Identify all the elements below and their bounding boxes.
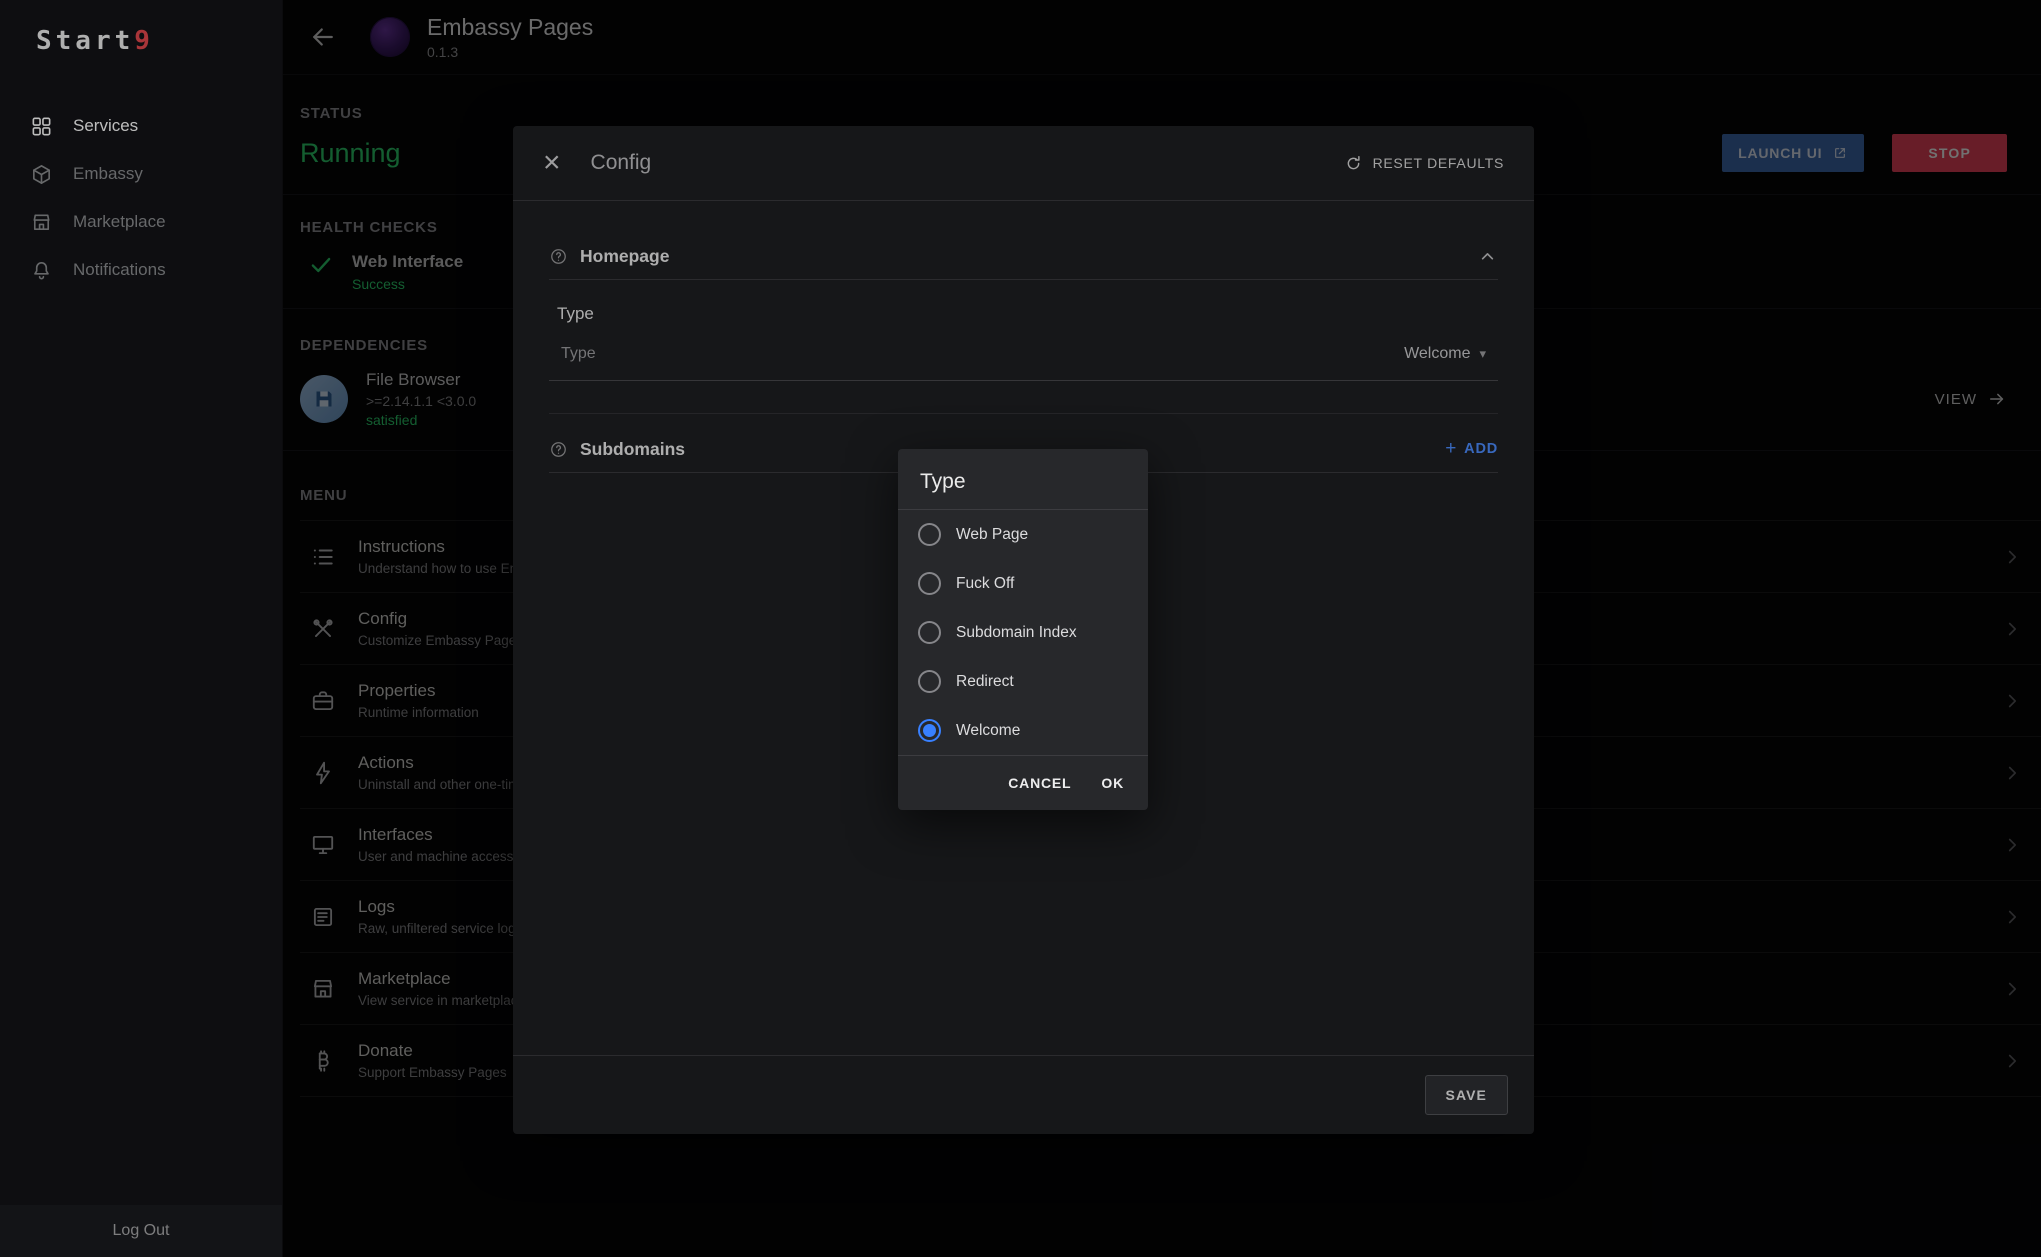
radio-icon xyxy=(918,719,941,742)
radio-option-label: Redirect xyxy=(956,673,1014,691)
radio-option-web-page[interactable]: Web Page xyxy=(898,510,1148,559)
radio-option-fuck-off[interactable]: Fuck Off xyxy=(898,559,1148,608)
type-dialog-footer: CANCEL OK xyxy=(898,755,1148,810)
radio-icon xyxy=(918,621,941,644)
radio-option-subdomain-index[interactable]: Subdomain Index xyxy=(898,608,1148,657)
radio-icon xyxy=(918,523,941,546)
radio-option-redirect[interactable]: Redirect xyxy=(898,657,1148,706)
radio-option-label: Subdomain Index xyxy=(956,624,1077,642)
radio-option-welcome[interactable]: Welcome xyxy=(898,706,1148,755)
type-dialog-title: Type xyxy=(920,470,1126,494)
type-dialog-header: Type xyxy=(898,449,1148,509)
cancel-button[interactable]: CANCEL xyxy=(1008,775,1071,791)
ok-button[interactable]: OK xyxy=(1101,775,1124,791)
radio-icon xyxy=(918,572,941,595)
radio-option-label: Welcome xyxy=(956,722,1020,740)
radio-icon xyxy=(918,670,941,693)
radio-option-label: Web Page xyxy=(956,526,1028,544)
type-dialog-options: Web Page Fuck Off Subdomain Index Redire… xyxy=(898,509,1148,755)
radio-option-label: Fuck Off xyxy=(956,575,1014,593)
type-dialog: Type Web Page Fuck Off Subdomain Index R… xyxy=(898,449,1148,810)
